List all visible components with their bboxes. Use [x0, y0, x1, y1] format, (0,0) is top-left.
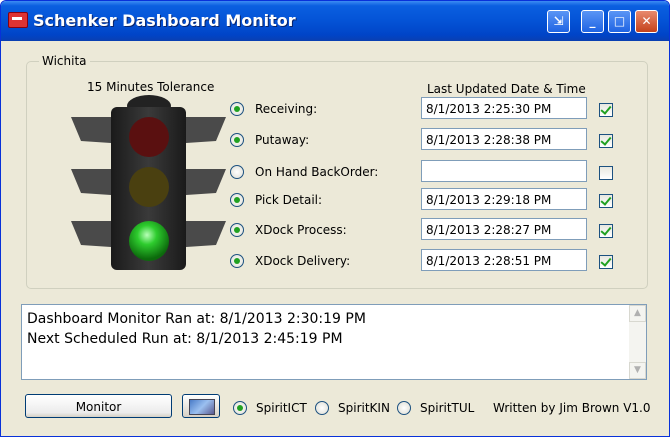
main-window: Schenker Dashboard Monitor ⇲ _ □ ✕ Wichi… — [0, 0, 670, 437]
row-label-receiving: Receiving: — [255, 102, 318, 116]
restore-button[interactable]: ⇲ — [547, 10, 570, 33]
radio-pick-detail[interactable] — [230, 193, 244, 207]
red-light — [129, 117, 169, 157]
log-scrollbar[interactable]: ▲ ▼ — [629, 305, 646, 379]
row-label-xdock-delivery: XDock Delivery: — [255, 254, 351, 268]
yellow-light — [129, 167, 169, 207]
maximize-button[interactable]: □ — [608, 10, 631, 33]
pick-detail-checkbox[interactable] — [599, 194, 613, 208]
radio-spiritict[interactable] — [233, 401, 247, 415]
scroll-down-button[interactable]: ▼ — [629, 362, 646, 379]
scroll-up-button[interactable]: ▲ — [629, 305, 646, 322]
putaway-time-field[interactable]: 8/1/2013 2:28:38 PM — [421, 128, 587, 150]
chevron-up-icon: ▲ — [634, 308, 641, 318]
row-label-on-hand-backorder: On Hand BackOrder: — [255, 165, 379, 179]
on-hand-backorder-checkbox[interactable] — [599, 166, 613, 180]
receiving-checkbox[interactable] — [599, 103, 613, 117]
row-label-xdock-process: XDock Process: — [255, 223, 347, 237]
radio-spiritkin[interactable] — [315, 401, 329, 415]
xdock-process-time-field[interactable]: 8/1/2013 2:28:27 PM — [421, 218, 587, 240]
image-button[interactable] — [182, 394, 220, 418]
tolerance-label: 15 Minutes Tolerance — [87, 80, 215, 94]
close-button[interactable]: ✕ — [635, 10, 658, 33]
radio-putaway[interactable] — [230, 133, 244, 147]
radio-spirittul[interactable] — [397, 401, 411, 415]
last-updated-header: Last Updated Date & Time — [427, 82, 586, 96]
picture-icon — [189, 399, 215, 415]
maximize-icon: □ — [613, 14, 626, 28]
chevron-down-icon: ▼ — [634, 365, 641, 375]
minimize-icon: _ — [589, 14, 596, 28]
green-light — [129, 221, 169, 261]
radio-xdock-process[interactable] — [230, 223, 244, 237]
site-label-spiritkin: SpiritKIN — [338, 401, 390, 415]
title-bar[interactable]: Schenker Dashboard Monitor ⇲ _ □ ✕ — [1, 1, 669, 41]
monitor-button[interactable]: Monitor — [25, 394, 172, 418]
xdock-delivery-checkbox[interactable] — [599, 255, 613, 269]
group-title: Wichita — [39, 54, 90, 68]
row-label-putaway: Putaway: — [255, 133, 310, 147]
xdock-process-checkbox[interactable] — [599, 224, 613, 238]
putaway-checkbox[interactable] — [599, 134, 613, 148]
app-icon — [8, 12, 28, 28]
credit-text: Written by Jim Brown V1.0 — [493, 401, 651, 415]
xdock-delivery-time-field[interactable]: 8/1/2013 2:28:51 PM — [421, 249, 587, 271]
radio-on-hand-backorder[interactable] — [230, 165, 244, 179]
restore-icon: ⇲ — [553, 14, 564, 28]
log-line: Next Scheduled Run at: 8/1/2013 2:45:19 … — [27, 331, 343, 347]
window-title: Schenker Dashboard Monitor — [33, 11, 296, 30]
minimize-button[interactable]: _ — [581, 10, 604, 33]
traffic-light — [71, 95, 226, 270]
pick-detail-time-field[interactable]: 8/1/2013 2:29:18 PM — [421, 188, 587, 210]
close-icon: ✕ — [641, 14, 652, 28]
site-label-spiritict: SpiritICT — [256, 401, 307, 415]
row-label-pick-detail: Pick Detail: — [255, 193, 323, 207]
radio-receiving[interactable] — [230, 102, 244, 116]
radio-xdock-delivery[interactable] — [230, 254, 244, 268]
on-hand-backorder-time-field[interactable] — [421, 160, 587, 182]
log-textbox[interactable]: Dashboard Monitor Ran at: 8/1/2013 2:30:… — [21, 304, 647, 380]
receiving-time-field[interactable]: 8/1/2013 2:25:30 PM — [421, 97, 587, 119]
site-label-spirittul: SpiritTUL — [420, 401, 475, 415]
log-line: Dashboard Monitor Ran at: 8/1/2013 2:30:… — [27, 311, 366, 327]
